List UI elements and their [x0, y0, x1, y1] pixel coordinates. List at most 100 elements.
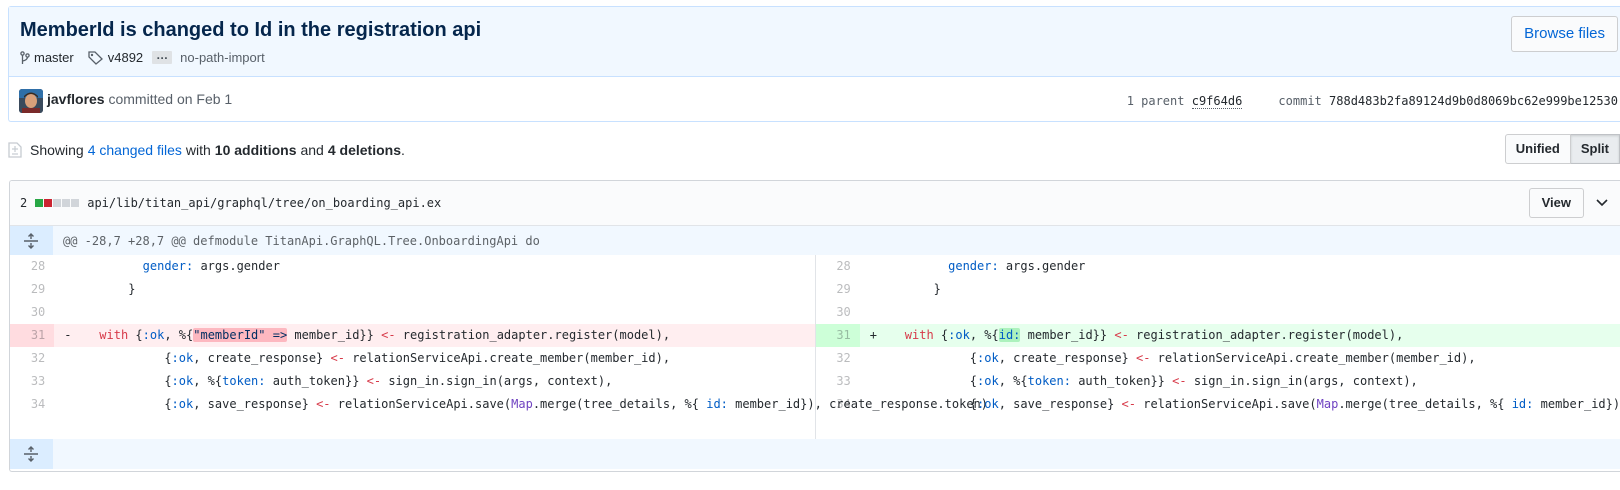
split-button[interactable]: Split: [1570, 134, 1620, 164]
code-token: , %{: [164, 328, 194, 342]
code-line: {:ok, create_response} <- relationServic…: [54, 347, 816, 370]
add-marker: +: [869, 328, 877, 342]
deleted-highlight: "memberId" =>: [193, 328, 288, 342]
diffstat-block-neutral: [71, 199, 80, 207]
line-number[interactable]: 31: [815, 324, 860, 347]
file-path[interactable]: api/lib/titan_api/graphql/tree/on_boardi…: [87, 196, 441, 210]
more-branch-name[interactable]: no-path-import: [180, 50, 265, 65]
author-name[interactable]: javflores: [47, 91, 105, 107]
line-number[interactable]: 28: [10, 255, 54, 278]
code-token: :ok: [171, 351, 194, 365]
code-line: [860, 301, 1620, 324]
code-token: :ok: [977, 351, 999, 365]
commit-sha: 788d483b2fa89124d9b0d8069bc62e999be12530: [1329, 94, 1618, 108]
code-token: :ok: [977, 374, 999, 388]
code-token: , %{: [969, 328, 999, 342]
code-token: member_id}),: [727, 397, 822, 411]
diff-row: 30 30: [10, 301, 1620, 324]
expand-up-button[interactable]: [10, 226, 53, 255]
change-count: 2: [20, 196, 28, 210]
additions-count: 10 additions: [214, 142, 297, 158]
line-number[interactable]: 32: [815, 347, 859, 370]
file-info: 2 api/lib/titan_api/graphql/tree/on_boar…: [20, 196, 441, 210]
code-token: , save_response}: [998, 397, 1122, 411]
line-number[interactable]: 33: [815, 370, 859, 393]
code-line: gender: args.gender: [860, 255, 1620, 278]
code-token: :ok: [142, 328, 165, 342]
code-token: , %{: [998, 374, 1028, 388]
expand-down-button[interactable]: [10, 439, 53, 469]
diffstat: [35, 199, 80, 207]
line-number[interactable]: 29: [10, 278, 54, 301]
branch-row: master v4892 … no-path-import: [20, 49, 265, 65]
toc-summary: Showing 4 changed files with 10 addition…: [8, 134, 1620, 164]
code-token: <-: [1172, 374, 1187, 388]
code-token: id:: [706, 397, 728, 411]
avatar[interactable]: [19, 89, 43, 113]
code-token: sign_in.sign_in(args, context),: [1186, 374, 1418, 388]
line-number[interactable]: 29: [815, 278, 859, 301]
line-number[interactable]: 34: [10, 393, 54, 439]
code-token: <-: [1121, 397, 1136, 411]
browse-files-button[interactable]: Browse files: [1511, 16, 1618, 52]
view-file-button[interactable]: View: [1528, 188, 1584, 218]
code-token: gender:: [142, 259, 194, 273]
code-token: <-: [316, 397, 331, 411]
code-token: Map: [511, 397, 533, 411]
changed-files-link[interactable]: 4 changed files: [88, 142, 182, 158]
code-token: token:: [1027, 374, 1071, 388]
code-token: .merge(tree_details, %{: [532, 397, 707, 411]
commit-header: MemberId is changed to Id in the registr…: [8, 6, 1620, 122]
parent-label: 1 parent: [1126, 94, 1185, 108]
branch-name[interactable]: master: [34, 50, 74, 65]
chevron-down-icon[interactable]: [1595, 195, 1609, 209]
code-token: {: [969, 374, 978, 388]
line-number[interactable]: 30: [10, 301, 54, 324]
code-token: {: [969, 351, 978, 365]
tag-name[interactable]: v4892: [108, 50, 143, 65]
code-token: args.gender: [193, 259, 280, 273]
hunk-header: @@ -28,7 +28,7 @@ defmodule TitanApi.Gra…: [10, 226, 1620, 255]
code-line: {:ok, create_response} <- relationServic…: [860, 347, 1620, 370]
code-token: id:: [1511, 397, 1534, 411]
ellipsis-expander[interactable]: …: [152, 49, 173, 64]
commit-title-area: MemberId is changed to Id in the registr…: [9, 7, 1620, 77]
line-number[interactable]: 30: [815, 301, 859, 324]
code-token: relationServiceApi.save(: [330, 397, 512, 411]
code-token: <-: [1136, 351, 1151, 365]
commit-label: commit: [1278, 94, 1322, 108]
sha-block: 1 parent c9f64d6 commit 788d483b2fa89124…: [1126, 94, 1618, 109]
diff-row: 34 {:ok, save_response} <- relationServi…: [10, 393, 1620, 439]
del-marker: -: [64, 328, 72, 342]
code-token: sign_in.sign_in(args, context),: [381, 374, 613, 388]
hunk-footer: [10, 439, 1620, 469]
code-token: {: [164, 351, 172, 365]
diff-view-toggle: Unified Split: [1504, 134, 1620, 164]
expand-icon: [24, 446, 38, 462]
parent-sha-link[interactable]: c9f64d6: [1191, 94, 1243, 109]
code-token: token:: [222, 374, 266, 388]
code-line: {:ok, %{token: auth_token}} <- sign_in.s…: [860, 370, 1620, 393]
hunk-text: @@ -28,7 +28,7 @@ defmodule TitanApi.Gra…: [63, 234, 540, 248]
diff-row: 28 gender: args.gender 28 gender: args.g…: [10, 255, 1620, 278]
code-token: }: [933, 282, 941, 296]
code-line: }: [54, 278, 816, 301]
commit-meta: javflores committed on Feb 1 1 parent c9…: [9, 77, 1620, 121]
line-number[interactable]: 28: [815, 255, 859, 278]
code-token: auth_token}}: [1070, 374, 1173, 388]
code-line-added: + with {:ok, %{id: member_id}} <- registr…: [859, 324, 1620, 347]
author-line: javflores committed on Feb 1: [47, 91, 232, 107]
code-token: auth_token}}: [265, 374, 367, 388]
code-line: [54, 301, 816, 324]
line-number[interactable]: 32: [10, 347, 54, 370]
code-line-deleted: - with {:ok, %{"memberId" => member_id}} …: [54, 324, 816, 347]
line-number[interactable]: 31: [10, 324, 55, 347]
expand-icon: [24, 233, 38, 249]
code-token: <-: [1114, 328, 1129, 342]
diffstat-block-neutral: [62, 199, 71, 207]
diffstat-block-neutral: [53, 199, 62, 207]
diff-row: 33 {:ok, %{token: auth_token}} <- sign_i…: [10, 370, 1620, 393]
code-token: member_id}}: [1020, 328, 1115, 342]
unified-button[interactable]: Unified: [1504, 134, 1571, 164]
line-number[interactable]: 33: [10, 370, 54, 393]
